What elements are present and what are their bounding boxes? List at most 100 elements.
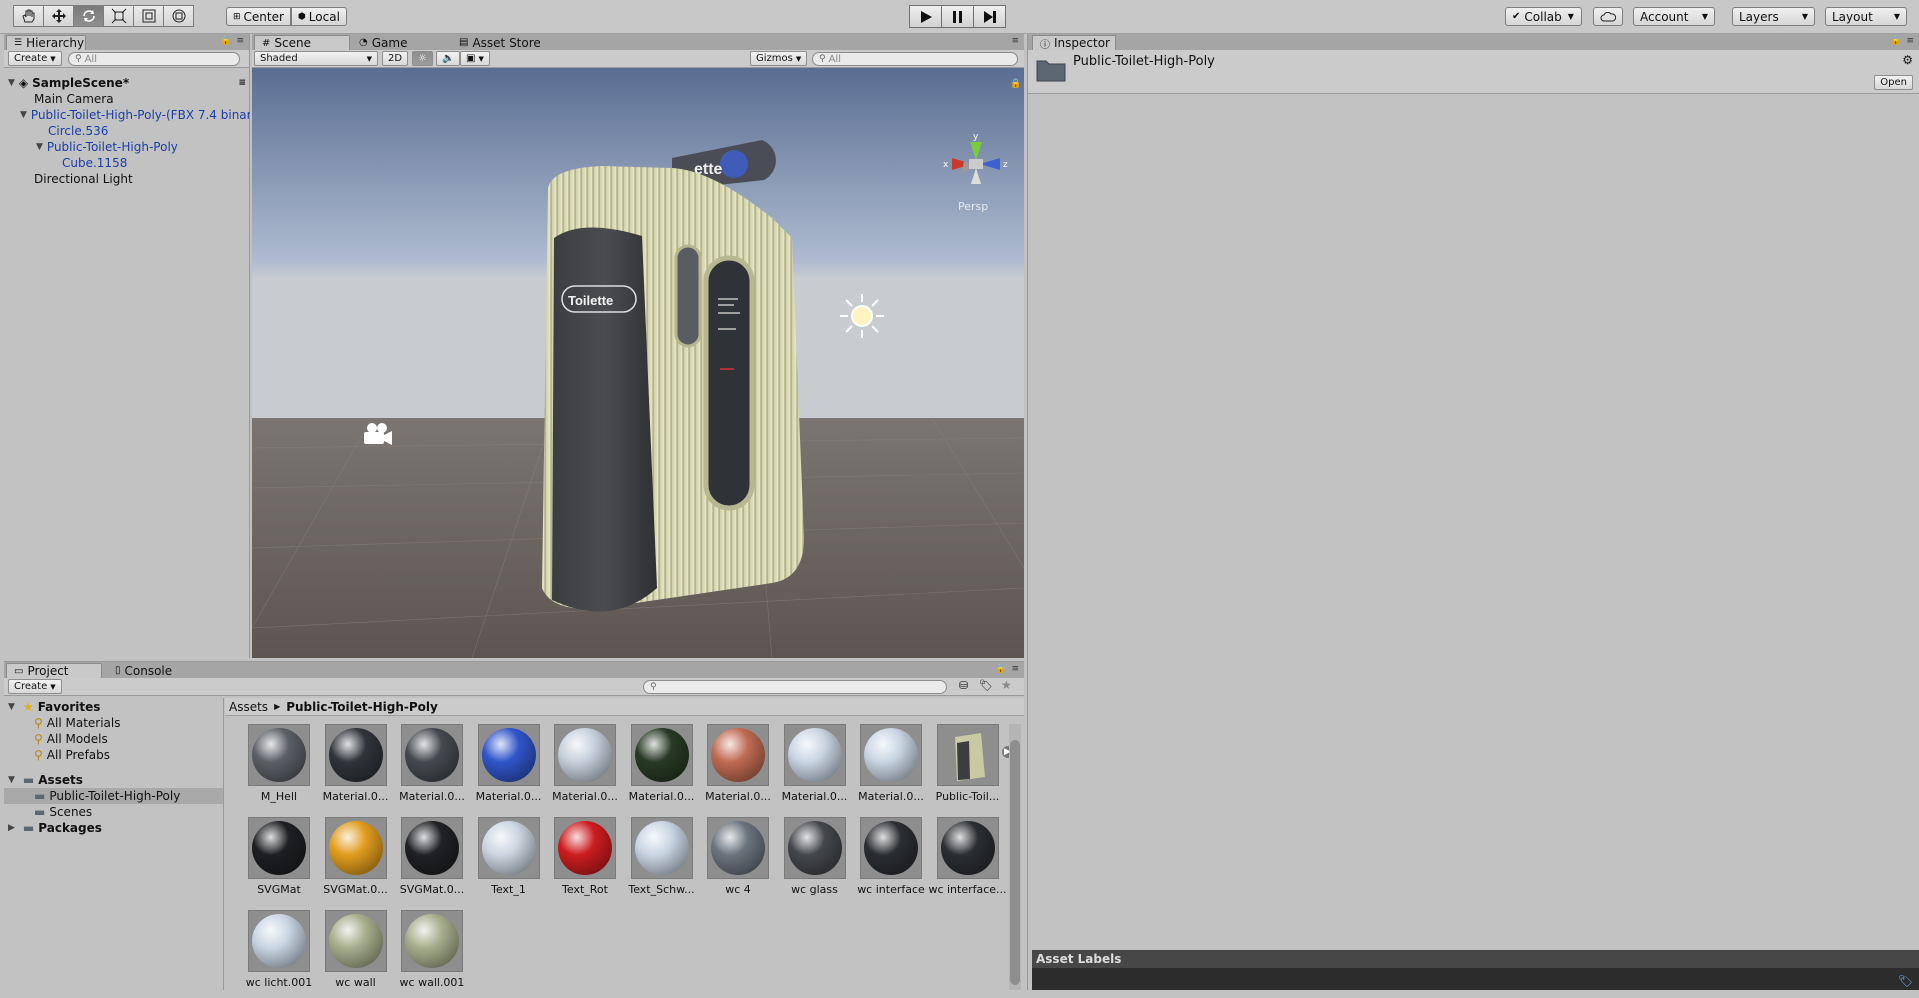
pause-button[interactable] <box>941 5 974 28</box>
expand-arrow-icon[interactable]: ▼ <box>20 110 27 120</box>
persp-label[interactable]: Persp <box>958 200 988 213</box>
panel-menu-icon[interactable]: 🔒 ≡ <box>220 36 245 46</box>
scene-viewport[interactable]: ette Toilette y x z Persp 🔒 <box>252 68 1024 658</box>
favorite-all-models[interactable]: ⚲ All Models <box>34 731 108 747</box>
layers-dropdown[interactable]: Layers ▼ <box>1732 7 1815 26</box>
favorites-header[interactable]: ▼ ★ Favorites <box>8 699 100 715</box>
asset-thumbnail <box>707 724 769 786</box>
play-button[interactable] <box>909 5 942 28</box>
tab-game[interactable]: ◔ Game <box>352 35 414 50</box>
tab-project[interactable]: ▭ Project <box>6 663 102 678</box>
expand-arrow-icon[interactable]: ▶ <box>8 823 15 833</box>
asset-thumbnail <box>324 910 387 972</box>
project-create-button[interactable]: Create ▼ <box>8 679 62 694</box>
asset-tile[interactable]: wc wall <box>312 910 388 998</box>
expand-arrow-icon[interactable]: ▼ <box>8 78 15 88</box>
assets-root-folder[interactable]: ▼ ▬ Assets <box>8 772 83 788</box>
filter-by-type-icon[interactable]: ⛁ <box>959 679 968 692</box>
scale-tool-button[interactable] <box>103 5 134 27</box>
asset-tile[interactable]: wc licht.001 <box>235 910 312 998</box>
asset-tile[interactable]: Material.0... <box>694 724 771 812</box>
packages-root-folder[interactable]: ▶ ▬ Packages <box>8 820 102 836</box>
hierarchy-item-fbx-root[interactable]: ▼ Public-Toilet-High-Poly-(FBX 7.4 binar <box>20 107 250 123</box>
expand-arrow-icon[interactable]: ▼ <box>8 775 15 785</box>
favorite-all-materials[interactable]: ⚲ All Materials <box>34 715 121 731</box>
project-search-input[interactable]: ⚲ <box>643 680 947 694</box>
asset-tile[interactable]: M_Hell <box>235 724 311 812</box>
directional-light-gizmo[interactable] <box>840 294 884 338</box>
hierarchy-search-input[interactable]: ⚲ All <box>68 52 240 66</box>
asset-tile[interactable]: wc glass <box>771 817 847 905</box>
scrollbar-thumb[interactable] <box>1010 740 1020 985</box>
pivot-local-button[interactable]: ⬢ Local <box>290 7 347 26</box>
hand-tool-button[interactable] <box>13 5 44 27</box>
collab-button[interactable]: ✔ Collab ▼ <box>1505 7 1582 26</box>
tab-console[interactable]: ▯ Console <box>108 663 179 678</box>
panel-menu-icon[interactable]: 🔒 ≡ <box>995 664 1020 674</box>
asset-tile[interactable]: SVGMat <box>235 817 311 905</box>
asset-tile[interactable]: Public-Toil... ▶ <box>924 724 1014 812</box>
tab-hierarchy[interactable]: ☰ Hierarchy <box>6 35 86 50</box>
tab-asset-store[interactable]: ▤ Asset Store <box>452 35 548 50</box>
asset-tile[interactable]: wc interface... <box>924 817 1007 905</box>
effects-dropdown[interactable]: ▣ ▼ <box>460 51 490 66</box>
rect-tool-button[interactable] <box>133 5 164 27</box>
shading-mode-dropdown[interactable]: Shaded ▼ <box>254 51 378 66</box>
layout-dropdown[interactable]: Layout ▼ <box>1825 7 1907 26</box>
breadcrumb-current[interactable]: Public-Toilet-High-Poly <box>286 700 438 714</box>
tab-scene[interactable]: # Scene <box>254 35 350 50</box>
asset-tile[interactable]: Material.0... <box>312 724 388 812</box>
asset-tile[interactable]: SVGMat.0... <box>388 817 464 905</box>
asset-tile[interactable]: Text_Rot <box>541 817 617 905</box>
asset-tile[interactable]: Material.0... <box>847 724 924 812</box>
asset-tile[interactable]: Text_Schw... <box>618 817 695 905</box>
asset-tile[interactable]: SVGMat.0... <box>312 817 388 905</box>
rotate-tool-button[interactable] <box>73 5 104 27</box>
hierarchy-item-cube[interactable]: Cube.1158 <box>62 155 127 171</box>
expand-arrow-icon[interactable]: ▼ <box>36 142 43 152</box>
asset-tile[interactable]: Material.0... <box>771 724 847 812</box>
hierarchy-item-circle[interactable]: Circle.536 <box>48 123 108 139</box>
lock-icon[interactable]: 🔒 <box>1010 78 1021 89</box>
asset-tile[interactable]: Text_1 <box>465 817 541 905</box>
asset-tile[interactable]: wc interface <box>847 817 925 905</box>
expand-arrow-icon[interactable]: ▼ <box>8 702 15 712</box>
asset-tile[interactable]: Material.0... <box>541 724 618 812</box>
panel-menu-icon[interactable]: ≡ <box>1011 36 1020 46</box>
2d-toggle[interactable]: 2D <box>382 51 409 66</box>
breadcrumb-assets[interactable]: Assets <box>229 700 268 714</box>
panel-menu-icon[interactable]: 🔒 ≡ <box>1890 36 1915 46</box>
folder-public-toilet[interactable]: ▬ Public-Toilet-High-Poly <box>4 788 223 804</box>
tag-icon[interactable]: 🏷 <box>1898 974 1913 988</box>
svg-text:Toilette: Toilette <box>568 293 613 308</box>
asset-tile[interactable]: wc wall.001 <box>388 910 464 998</box>
open-button[interactable]: Open <box>1874 75 1913 90</box>
audio-toggle[interactable]: 🔈 <box>436 51 461 66</box>
settings-gear-icon[interactable]: ⚙ <box>1902 53 1913 67</box>
pivot-center-button[interactable]: ⊞ Center <box>226 7 291 26</box>
asset-tile[interactable]: Material.0... <box>618 724 694 812</box>
gizmos-dropdown[interactable]: Gizmos ▼ <box>750 51 808 66</box>
create-button[interactable]: Create ▼ <box>8 51 62 66</box>
step-button[interactable] <box>973 5 1006 28</box>
folder-scenes[interactable]: ▬ Scenes <box>34 804 92 820</box>
tab-inspector[interactable]: ⓘ Inspector <box>1032 35 1116 51</box>
hierarchy-item-toilet-mesh[interactable]: ▼ Public-Toilet-High-Poly <box>36 139 178 155</box>
filter-by-label-icon[interactable]: 🏷 <box>979 679 993 692</box>
hierarchy-item-main-camera[interactable]: Main Camera <box>34 91 114 107</box>
scene-root-row[interactable]: ▼ ◈ SampleScene* ≡ <box>8 75 246 91</box>
transform-tool-button[interactable] <box>163 5 194 27</box>
scene-menu-icon[interactable]: ≡ <box>238 78 246 88</box>
asset-tile[interactable]: Material.0... <box>388 724 465 812</box>
lighting-toggle[interactable]: ☼ <box>412 51 433 66</box>
move-tool-button[interactable] <box>43 5 74 27</box>
account-dropdown[interactable]: Account ▼ <box>1633 7 1715 26</box>
hierarchy-item-directional-light[interactable]: Directional Light <box>34 171 133 187</box>
favorite-star-icon[interactable]: ★ <box>1001 678 1012 692</box>
favorite-all-prefabs[interactable]: ⚲ All Prefabs <box>34 747 110 763</box>
assets-scrollbar[interactable] <box>1009 724 1021 990</box>
scene-search-input[interactable]: ⚲ All <box>812 52 1018 66</box>
asset-tile[interactable]: wc 4 <box>694 817 770 905</box>
cloud-button[interactable] <box>1593 7 1623 26</box>
asset-tile[interactable]: Material.0... <box>465 724 541 812</box>
